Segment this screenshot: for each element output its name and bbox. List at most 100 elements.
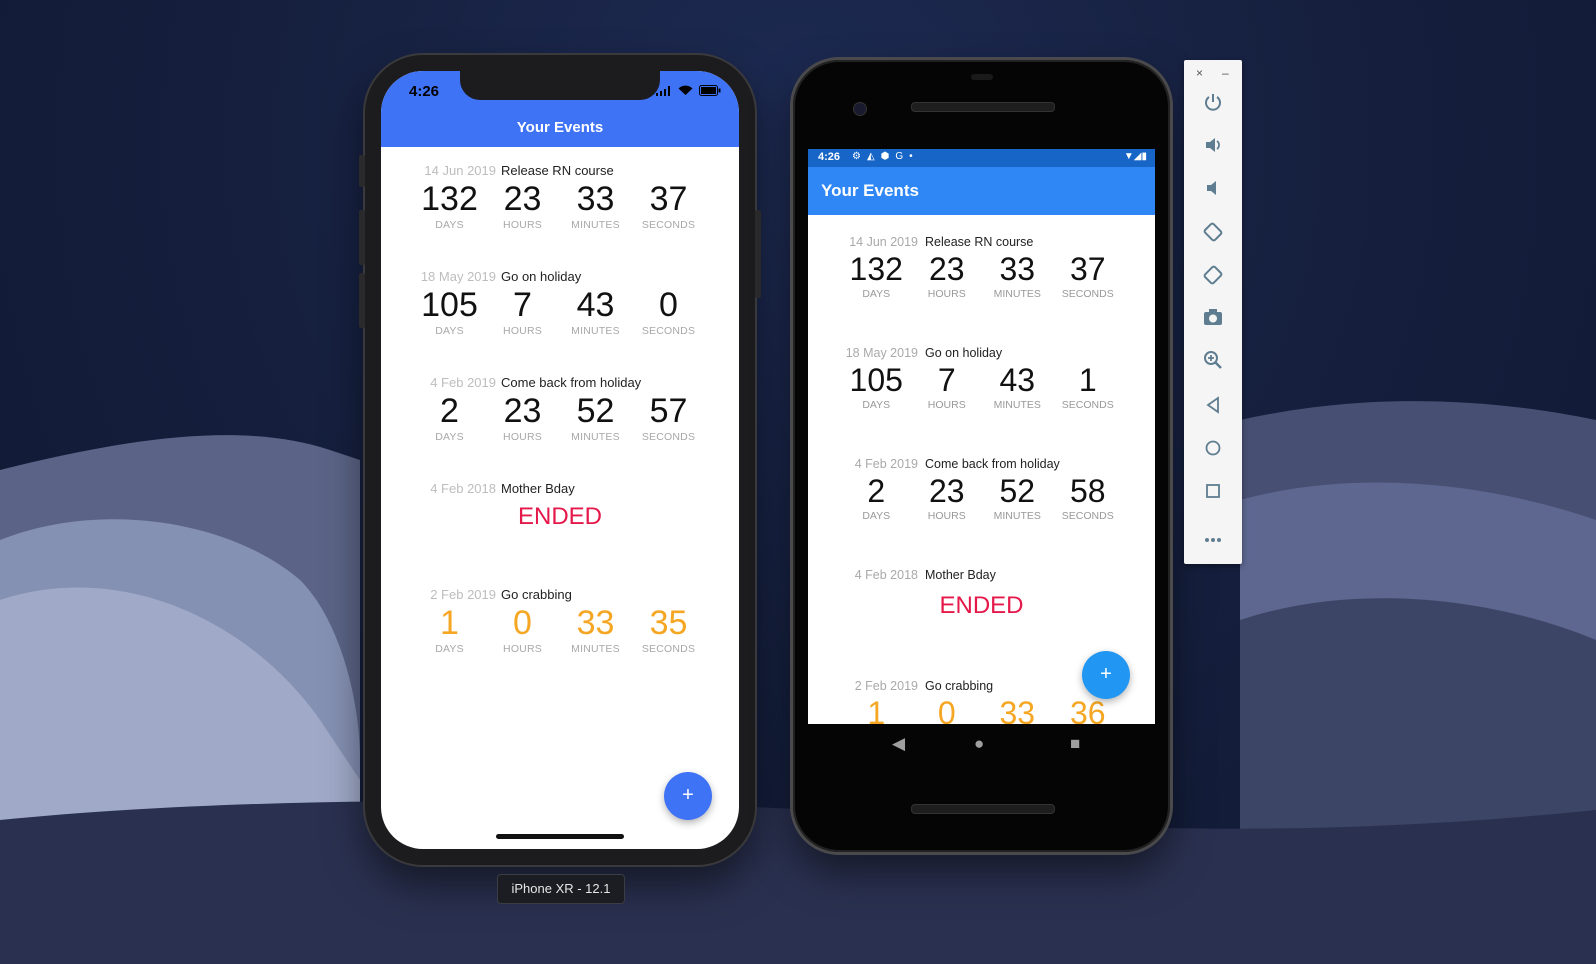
- hours-value: 23: [503, 392, 542, 430]
- minimize-window-button[interactable]: –: [1222, 66, 1229, 80]
- minutes-value: 52: [999, 473, 1036, 509]
- nav-back-icon[interactable]: ◀: [892, 734, 905, 754]
- iphone-simulator: 4:26 Your Events 14 Jun 2019 Release RN c…: [359, 55, 761, 865]
- rotate-left-icon[interactable]: [1197, 221, 1229, 249]
- zoom-icon[interactable]: [1197, 350, 1229, 378]
- hours-value: 0: [513, 604, 532, 642]
- seconds-label: SECONDS: [641, 219, 696, 231]
- event-date: 2 Feb 2019: [430, 587, 496, 602]
- list-item[interactable]: 4 Feb 2018 Mother Bday ENDED: [381, 481, 739, 587]
- more-icon[interactable]: [1197, 524, 1229, 552]
- android-status-bar: 4:26 ⚙◭⬢G• ▼◢▮: [808, 149, 1155, 167]
- front-camera: [853, 102, 867, 116]
- minutes-label: MINUTES: [571, 431, 620, 443]
- seconds-label: SECONDS: [641, 431, 696, 443]
- days-label: DAYS: [435, 219, 464, 231]
- hours-value: 7: [513, 286, 532, 324]
- seconds-value: 37: [649, 180, 688, 218]
- volume-up-button[interactable]: [359, 210, 365, 265]
- rotate-right-icon[interactable]: [1197, 264, 1229, 292]
- minutes-label: MINUTES: [571, 219, 620, 231]
- power-icon[interactable]: [1197, 92, 1229, 120]
- event-name: Go on holiday: [925, 346, 1003, 360]
- days-value: 2: [867, 473, 886, 509]
- list-item[interactable]: 14 Jun 2019 Release RN course 132 DAYS 23 H…: [381, 163, 739, 269]
- seconds-value: 37: [1069, 251, 1106, 287]
- bottom-speaker: [911, 804, 1055, 814]
- page-title: Your Events: [821, 181, 919, 200]
- hours-label: HOURS: [503, 325, 542, 337]
- minutes-label: MINUTES: [993, 510, 1041, 522]
- seconds-label: SECONDS: [1061, 288, 1114, 300]
- mute-switch[interactable]: [359, 155, 365, 187]
- android-status-icons: ▼◢▮: [1123, 151, 1147, 162]
- event-name: Release RN course: [501, 163, 614, 178]
- minutes-value: 52: [576, 392, 615, 430]
- volume-down-button[interactable]: [359, 273, 365, 328]
- hours-value: 23: [503, 180, 542, 218]
- days-label: DAYS: [862, 288, 891, 300]
- minutes-value: 43: [576, 286, 615, 324]
- days-value: 1: [440, 604, 459, 642]
- seconds-value: 36: [1069, 695, 1106, 724]
- days-label: DAYS: [435, 431, 464, 443]
- event-name: Go on holiday: [501, 269, 582, 284]
- ios-nav-header: 4:26 Your Events: [381, 71, 739, 147]
- overview-icon[interactable]: [1197, 480, 1229, 508]
- minutes-value: 33: [999, 695, 1036, 724]
- hours-label: HOURS: [927, 288, 966, 300]
- add-event-button[interactable]: +: [1082, 651, 1130, 699]
- side-button[interactable]: [755, 210, 761, 298]
- days-value: 132: [421, 180, 478, 218]
- hours-label: HOURS: [503, 643, 542, 655]
- minutes-label: MINUTES: [993, 399, 1041, 411]
- event-name: Mother Bday: [501, 481, 575, 496]
- minutes-label: MINUTES: [571, 325, 620, 337]
- seconds-value: 35: [649, 604, 688, 642]
- hours-value: 7: [937, 362, 956, 398]
- event-date: 14 Jun 2019: [849, 235, 918, 249]
- list-item[interactable]: 18 May 2019 Go on holiday 105 DAYS 7 HOURS …: [808, 346, 1155, 457]
- add-event-button[interactable]: +: [664, 772, 712, 820]
- minutes-label: MINUTES: [571, 643, 620, 655]
- event-date: 2 Feb 2019: [854, 679, 918, 693]
- days-value: 2: [440, 392, 459, 430]
- page-title: Your Events: [516, 119, 604, 136]
- event-date: 14 Jun 2019: [424, 163, 496, 178]
- home-icon[interactable]: [1197, 437, 1229, 465]
- close-window-button[interactable]: ×: [1196, 66, 1203, 80]
- minutes-value: 33: [999, 251, 1036, 287]
- list-item[interactable]: 4 Feb 2019 Come back from holiday 2 DAYS 2…: [808, 457, 1155, 568]
- event-name: Come back from holiday: [925, 457, 1060, 471]
- sensor: [971, 74, 993, 80]
- event-date: 4 Feb 2018: [854, 568, 918, 582]
- seconds-value: 0: [659, 286, 678, 324]
- list-item[interactable]: 14 Jun 2019 Release RN course 132 DAYS 23 H…: [808, 235, 1155, 346]
- hours-value: 0: [937, 695, 956, 724]
- nav-overview-icon[interactable]: ■: [1070, 734, 1080, 754]
- iphone-notch: [460, 71, 660, 100]
- event-date: 18 May 2019: [420, 269, 496, 284]
- event-name: Mother Bday: [925, 568, 996, 582]
- volume-up-icon[interactable]: [1197, 135, 1229, 163]
- event-list[interactable]: 14 Jun 2019 Release RN course 132 DAYS 23 H…: [381, 163, 739, 693]
- volume-down-icon[interactable]: [1197, 178, 1229, 206]
- list-item[interactable]: 18 May 2019 Go on holiday 105 DAYS 7 HOURS …: [381, 269, 739, 375]
- days-label: DAYS: [435, 325, 464, 337]
- hours-label: HOURS: [927, 399, 966, 411]
- nav-home-icon[interactable]: ●: [974, 734, 984, 754]
- days-label: DAYS: [435, 643, 464, 655]
- android-app-bar: Your Events: [808, 167, 1155, 215]
- event-date: 4 Feb 2019: [430, 375, 496, 390]
- camera-icon[interactable]: [1197, 307, 1229, 335]
- back-icon[interactable]: [1197, 394, 1229, 422]
- ios-status-time: 4:26: [409, 83, 440, 100]
- event-name: Come back from holiday: [501, 375, 642, 390]
- seconds-label: SECONDS: [641, 643, 696, 655]
- list-item[interactable]: 4 Feb 2019 Come back from holiday 2 DAYS 2…: [381, 375, 739, 481]
- list-item[interactable]: 2 Feb 2019 Go crabbing 1DAYS 0HOURS 33MIN…: [381, 587, 739, 693]
- iphone-screen: 4:26 Your Events 14 Jun 2019 Release RN c…: [381, 71, 739, 849]
- ios-status-icons: [656, 85, 721, 96]
- hours-value: 23: [928, 251, 965, 287]
- home-indicator[interactable]: [496, 834, 624, 839]
